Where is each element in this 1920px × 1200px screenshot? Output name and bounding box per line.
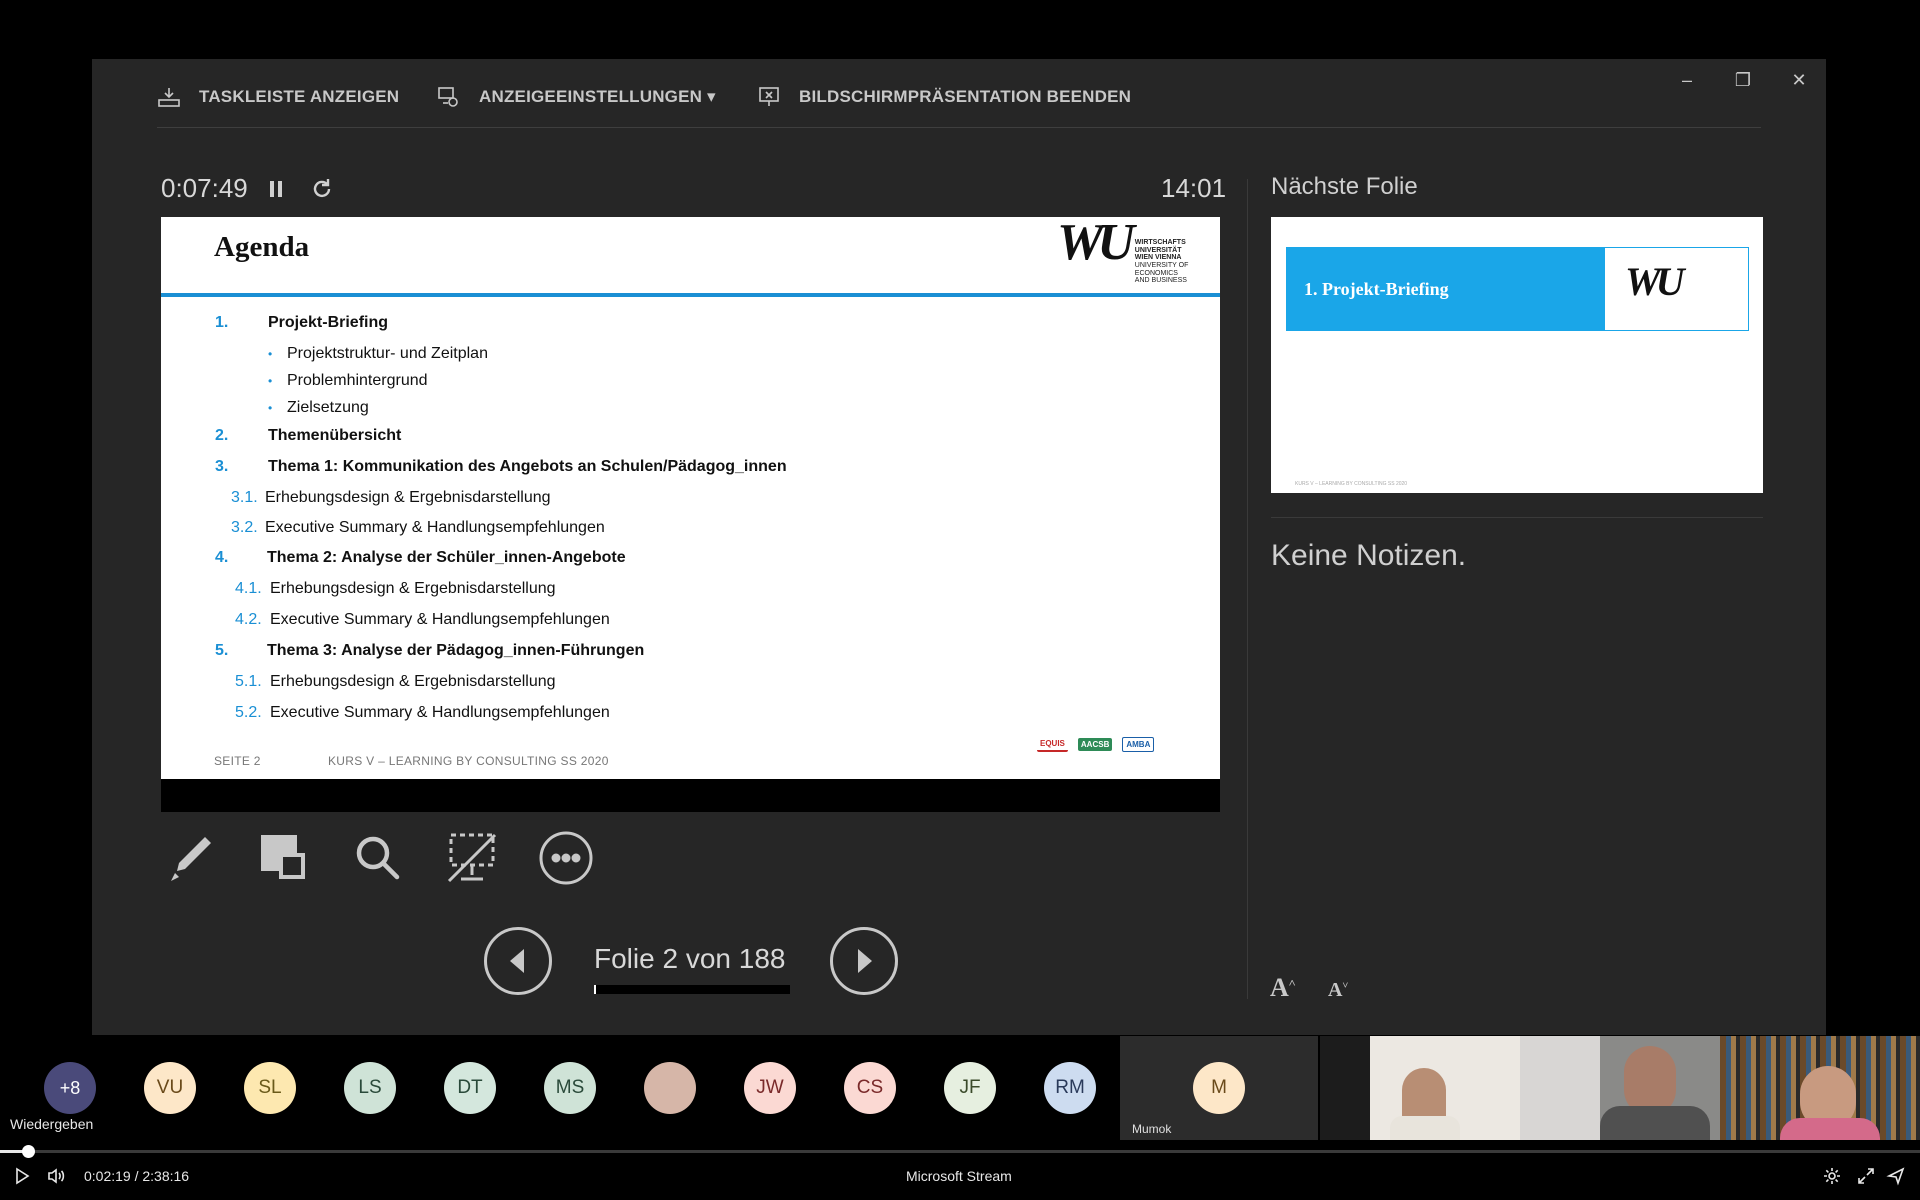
end-slideshow-icon (759, 87, 779, 106)
restore-icon: ❐ (1734, 69, 1752, 90)
video-tile[interactable] (1520, 1036, 1720, 1140)
slide-title: Agenda (214, 231, 310, 263)
pause-icon[interactable] (262, 175, 290, 203)
end-slideshow-label: BILDSCHIRMPRÄSENTATION BEENDEN (799, 87, 1132, 106)
decrease-font-icon[interactable]: A˅ (1328, 979, 1348, 1002)
minimize-icon: – (1681, 69, 1692, 90)
play-icon[interactable] (12, 1166, 32, 1186)
video-tile[interactable] (1720, 1036, 1920, 1140)
next-logo-mark: WU (1625, 259, 1684, 304)
participant-avatar[interactable]: CS (844, 1062, 896, 1114)
wu-logo-text: WIRTSCHAFTS UNIVERSITÄT WIEN VIENNA UNIV… (1134, 239, 1189, 285)
next-arrow-icon (858, 949, 872, 973)
amba-logo: AMBA (1122, 737, 1155, 752)
slide-letterbox (161, 779, 1220, 812)
player-title: Microsoft Stream (906, 1168, 1012, 1184)
black-screen-icon[interactable] (443, 829, 501, 887)
display-settings-icon (438, 87, 458, 107)
slide-progress-fill (594, 985, 597, 994)
participant-avatar[interactable]: MS (544, 1062, 596, 1114)
notes-divider (1271, 517, 1763, 518)
more-participants-badge[interactable]: +8 (44, 1062, 96, 1114)
participant-avatar[interactable]: SL (244, 1062, 296, 1114)
video-scrubber-handle[interactable] (22, 1145, 36, 1158)
accreditation-logos: EQUIS AACSB AMBA (1037, 737, 1155, 752)
next-slide-footer: KURS V – LEARNING BY CONSULTING SS 2020 (1295, 481, 1408, 487)
pane-divider (1247, 179, 1248, 999)
next-slide-preview[interactable]: 1. Projekt-Briefing WU KURS V – LEARNING… (1271, 217, 1763, 493)
display-settings-label: ANZEIGEEINSTELLUNGEN ▾ (479, 87, 716, 106)
presenter-view-window: TASKLEISTE ANZEIGEN ANZEIGEEINSTELLUNGEN… (92, 59, 1826, 1035)
increase-font-icon[interactable]: A˄ (1270, 973, 1296, 1003)
participant-avatar[interactable]: DT (444, 1062, 496, 1114)
next-slide-logo: WU (1604, 247, 1749, 331)
video-scrubber[interactable] (0, 1145, 1920, 1158)
avatar: M (1193, 1062, 1245, 1114)
close-button[interactable]: ✕ (1784, 65, 1814, 95)
volume-icon[interactable] (46, 1166, 66, 1186)
speaker-notes: Keine Notizen. (1271, 539, 1467, 572)
aacsb-logo: AACSB (1077, 738, 1113, 751)
settings-icon[interactable] (1822, 1166, 1842, 1186)
more-options-icon[interactable] (537, 829, 595, 887)
participant-avatar[interactable]: LS (344, 1062, 396, 1114)
slide-course-footer: KURS V – LEARNING BY CONSULTING SS 2020 (328, 754, 609, 768)
restart-timer-icon[interactable] (308, 175, 336, 203)
restore-button[interactable]: ❐ (1728, 65, 1758, 95)
close-icon: ✕ (1791, 69, 1807, 90)
video-tile[interactable] (1320, 1036, 1520, 1140)
playback-time: 0:02:19 / 2:38:16 (84, 1168, 190, 1184)
wu-logo: WU WIRTSCHAFTS UNIVERSITÄT WIEN VIENNA U… (1057, 217, 1188, 285)
see-all-slides-icon[interactable] (255, 829, 313, 887)
slide-counter: Folie 2 von 188 (594, 943, 786, 974)
title-rule (161, 293, 1220, 297)
display-settings-button[interactable]: ANZEIGEEINSTELLUNGEN ▾ (437, 85, 716, 109)
next-slide-label: Nächste Folie (1271, 173, 1418, 200)
participant-name: Mumok (1132, 1122, 1172, 1136)
fullscreen-icon[interactable] (1856, 1166, 1876, 1186)
share-icon[interactable] (1886, 1166, 1906, 1186)
slide-progress-bar (594, 985, 790, 994)
pen-icon[interactable] (161, 829, 219, 887)
next-slide-banner: 1. Projekt-Briefing (1286, 247, 1604, 331)
participant-avatar[interactable]: VU (144, 1062, 196, 1114)
participant-avatar[interactable] (644, 1062, 696, 1114)
show-taskbar-label: TASKLEISTE ANZEIGEN (199, 87, 400, 106)
zoom-icon[interactable] (349, 829, 407, 887)
participant-tile-mumok[interactable]: M Mumok (1120, 1036, 1318, 1140)
previous-arrow-icon (510, 949, 524, 973)
clock: 14:01 (1161, 173, 1227, 203)
participants-strip: +8 VU SL LS DT MS JW CS JF RM M Mumok Wiedergeben (0, 1036, 1920, 1140)
participant-avatar[interactable]: RM (1044, 1062, 1096, 1114)
wu-logo-mark: WU (1057, 217, 1135, 271)
play-tooltip: Wiedergeben (10, 1116, 94, 1132)
participant-avatar[interactable]: JW (744, 1062, 796, 1114)
taskbar-icon (158, 88, 180, 107)
participant-avatar[interactable]: JF (944, 1062, 996, 1114)
end-slideshow-button[interactable]: BILDSCHIRMPRÄSENTATION BEENDEN (757, 85, 1131, 109)
equis-logo: EQUIS (1037, 737, 1068, 752)
show-taskbar-button[interactable]: TASKLEISTE ANZEIGEN (157, 85, 399, 109)
elapsed-timer: 0:07:49 (161, 173, 248, 203)
slide-page-number: SEITE 2 (214, 754, 261, 768)
next-slide-button[interactable] (830, 927, 898, 995)
minimize-button[interactable]: – (1672, 65, 1702, 95)
topbar-divider (157, 127, 1761, 128)
current-slide[interactable]: Agenda WU WIRTSCHAFTS UNIVERSITÄT WIEN V… (161, 217, 1220, 779)
previous-slide-button[interactable] (484, 927, 552, 995)
